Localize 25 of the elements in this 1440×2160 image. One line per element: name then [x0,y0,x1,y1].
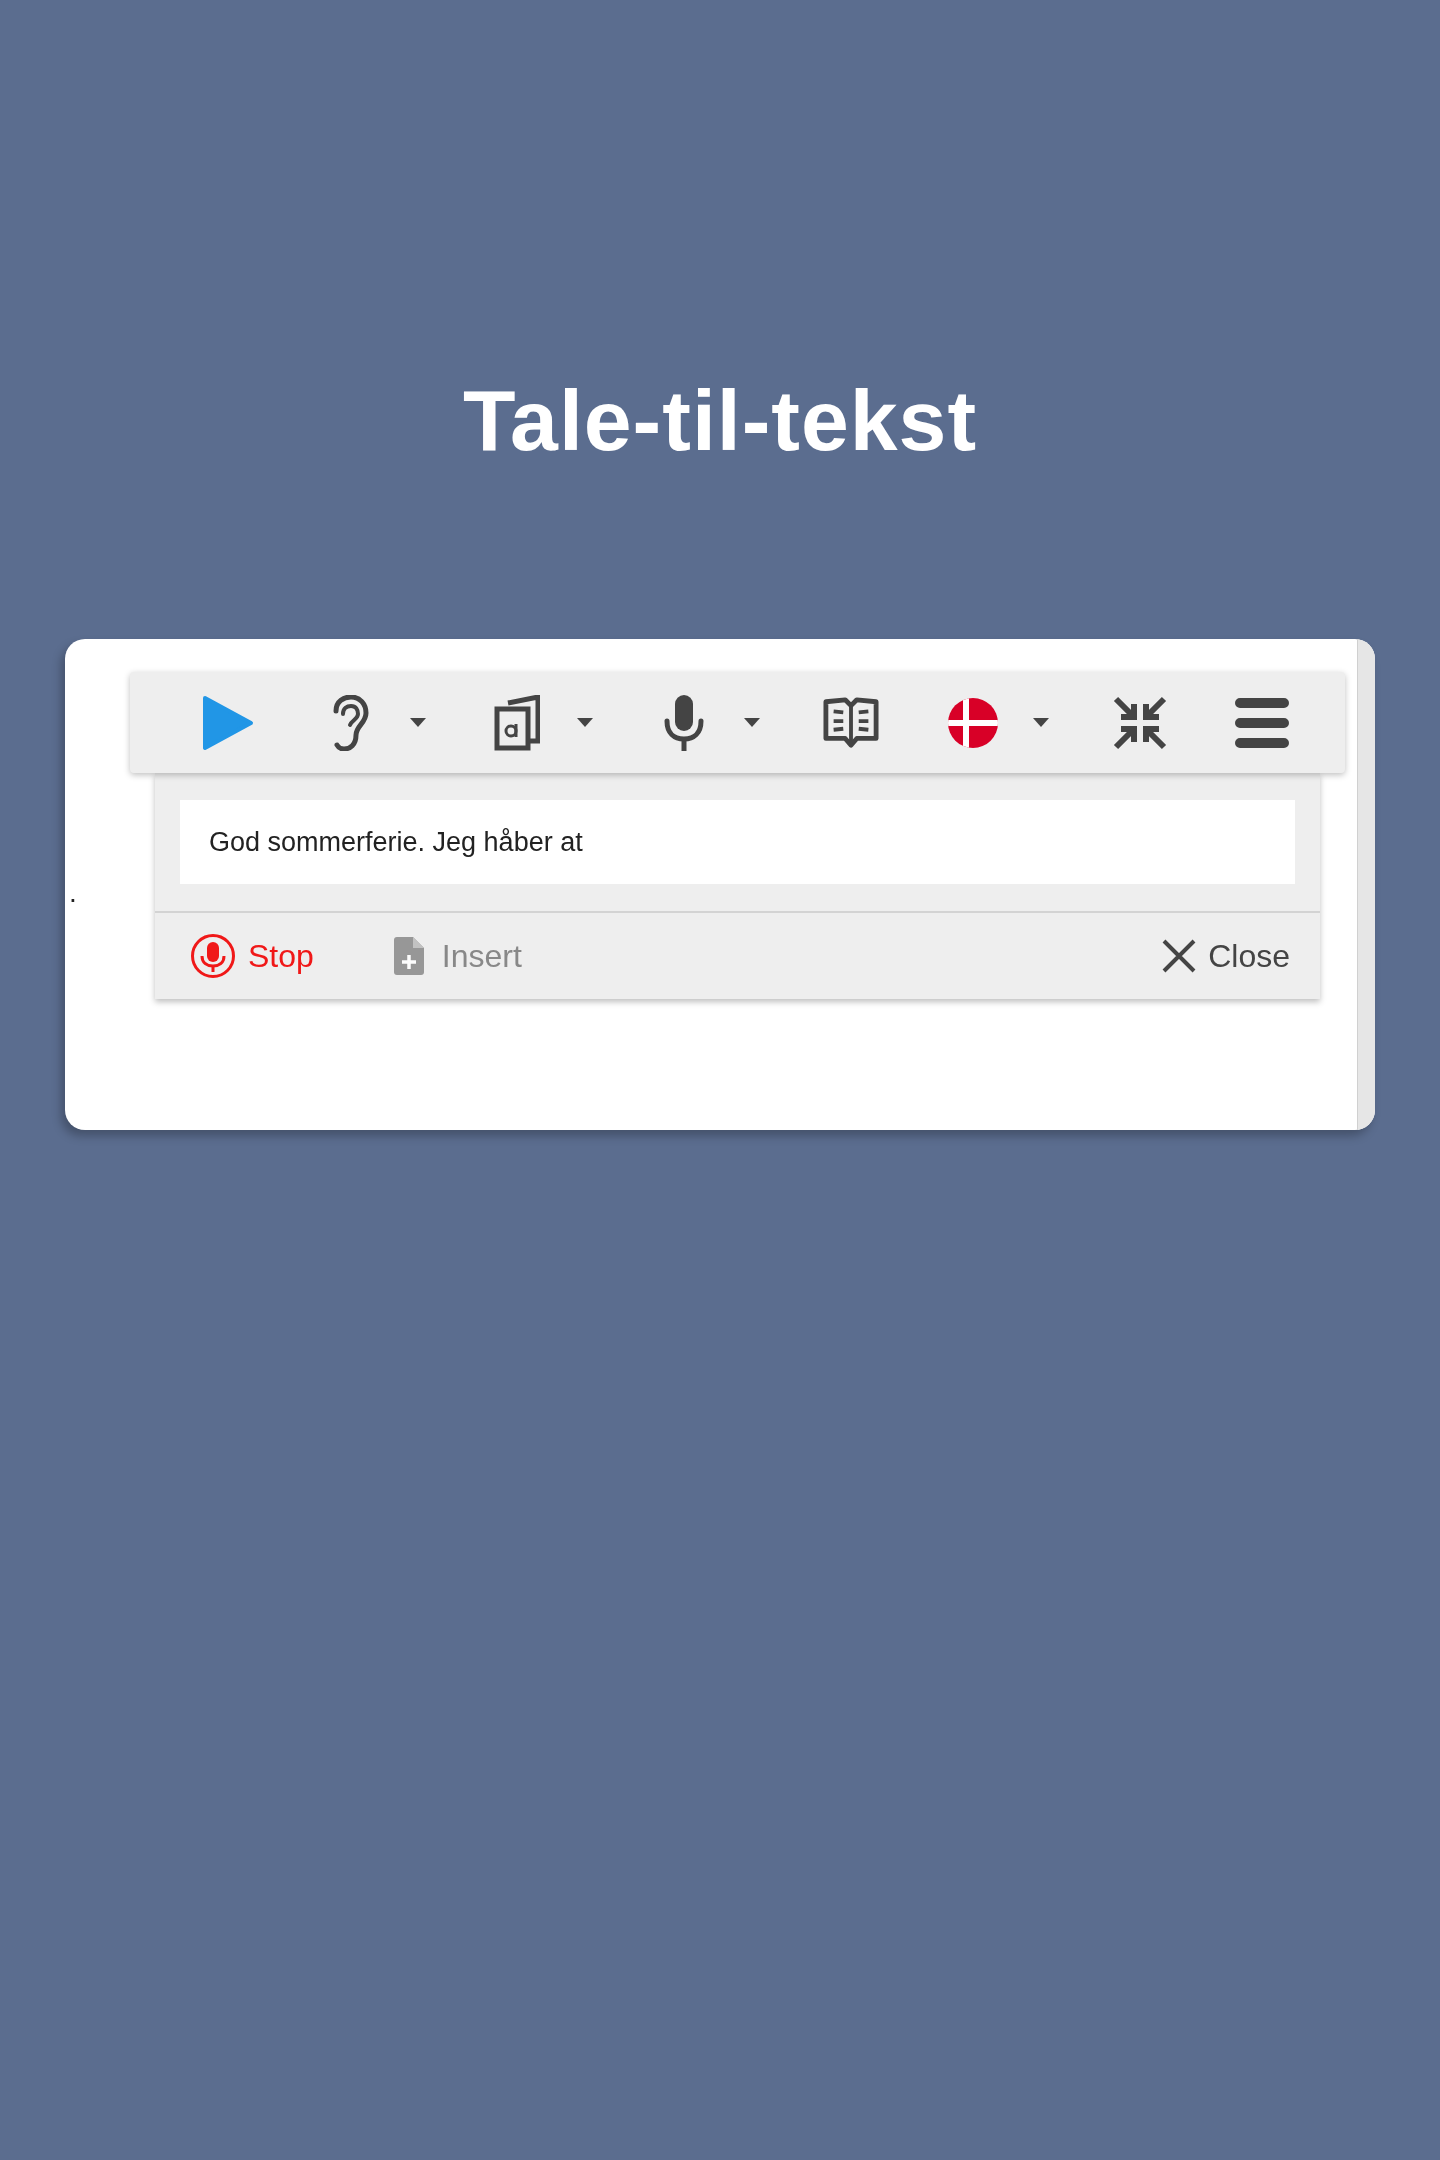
book-icon [823,696,879,749]
caret-icon [744,718,760,727]
document-icon [494,694,540,751]
dropdown-button[interactable] [744,718,760,727]
document-text: . [68,877,77,908]
caret-icon [577,718,593,727]
menu-icon [1235,696,1289,749]
caret-icon [1033,718,1049,727]
close-icon [1162,939,1197,973]
play-button[interactable] [200,694,256,751]
microphone-icon [664,692,704,753]
dropdown-button[interactable] [410,718,426,727]
page-title: Tale-til-tekst [462,371,978,470]
dropdown-button[interactable] [577,718,593,727]
dropdown-button[interactable] [1033,718,1049,727]
book-button[interactable] [823,694,879,751]
close-button[interactable]: Close [1162,937,1290,975]
caret-icon [410,718,426,727]
collapse-icon [1112,694,1168,751]
stop-button[interactable]: Stop [190,933,314,979]
play-icon [202,694,254,751]
collapse-button[interactable] [1112,694,1168,751]
file-plus-icon [393,937,424,975]
microphone-icon [190,933,236,979]
text-field[interactable]: God sommerferie. Jeg håber at [180,800,1295,884]
